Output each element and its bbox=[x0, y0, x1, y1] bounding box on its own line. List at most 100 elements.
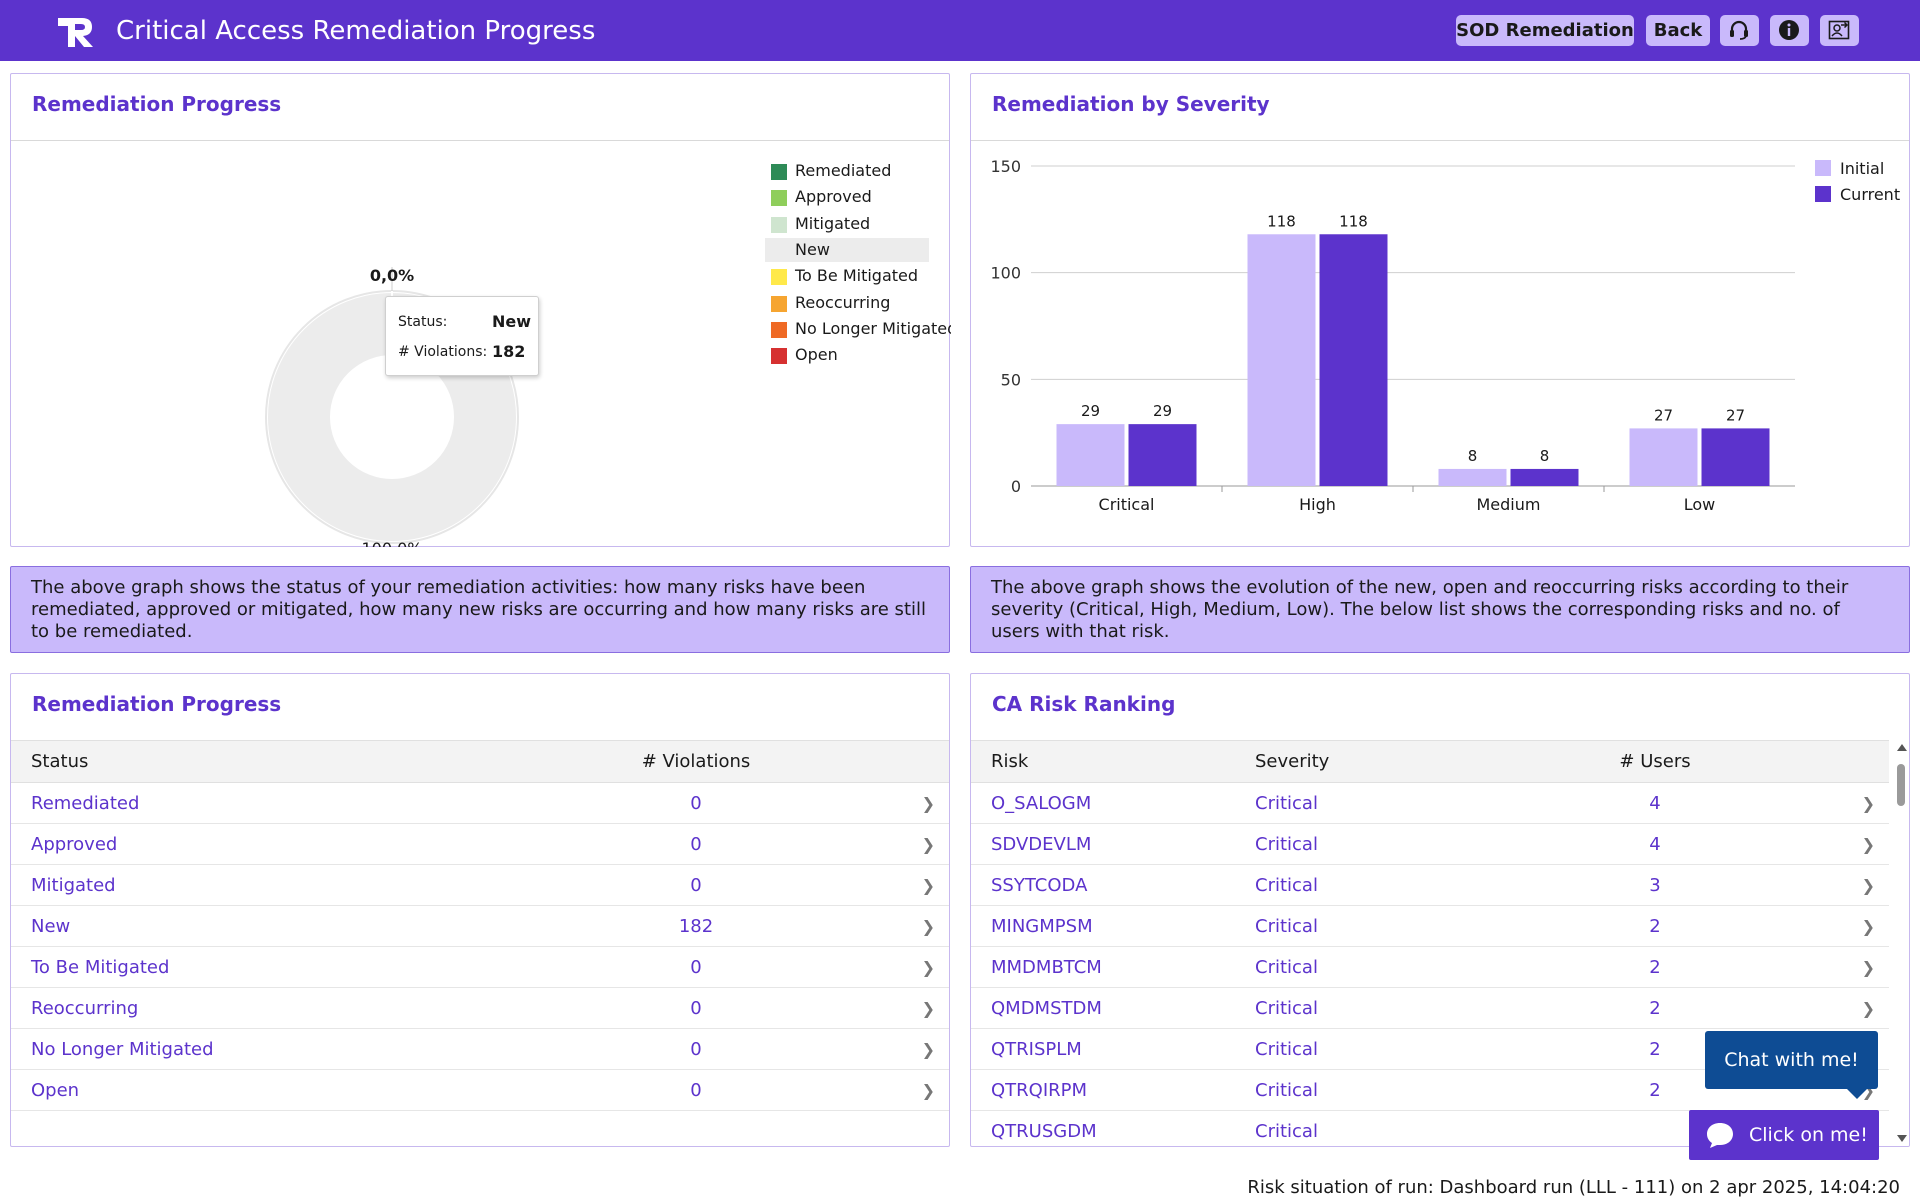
chat-bubble[interactable]: Chat with me! bbox=[1705, 1031, 1878, 1089]
severity-cell[interactable]: Critical bbox=[1255, 1028, 1495, 1070]
scroll-up-arrow-icon[interactable] bbox=[1897, 744, 1907, 751]
bar-current-medium[interactable] bbox=[1510, 468, 1579, 486]
column-header-violations[interactable]: # Violations bbox=[516, 740, 876, 783]
violations-cell[interactable]: 0 bbox=[516, 946, 876, 988]
risk-cell[interactable]: QTRISPLM bbox=[971, 1028, 1255, 1070]
row-chevron-cell[interactable]: ❯ bbox=[876, 946, 949, 988]
row-chevron-cell[interactable]: ❯ bbox=[876, 782, 949, 824]
status-cell[interactable]: To Be Mitigated bbox=[11, 946, 516, 988]
column-header-status[interactable]: Status bbox=[11, 740, 516, 783]
sod-remediation-button[interactable]: SOD Remediation bbox=[1456, 15, 1634, 46]
bar-initial-high[interactable] bbox=[1247, 234, 1316, 486]
bar-initial-critical[interactable] bbox=[1056, 424, 1125, 486]
back-button[interactable]: Back bbox=[1646, 15, 1710, 46]
info-button[interactable] bbox=[1770, 15, 1809, 46]
table-row[interactable]: Mitigated 0 ❯ bbox=[11, 864, 949, 906]
status-cell[interactable]: Reoccurring bbox=[11, 987, 516, 1029]
row-chevron-cell[interactable]: ❯ bbox=[876, 987, 949, 1029]
support-button[interactable] bbox=[1720, 15, 1759, 46]
table-row[interactable]: Open 0 ❯ bbox=[11, 1069, 949, 1111]
legend-item[interactable]: New bbox=[765, 237, 929, 262]
status-cell[interactable]: New bbox=[11, 905, 516, 947]
users-cell[interactable]: 4 bbox=[1495, 782, 1815, 824]
column-header-severity[interactable]: Severity bbox=[1255, 740, 1495, 783]
risk-cell[interactable]: QTRUSGDM bbox=[971, 1110, 1255, 1146]
severity-cell[interactable]: Critical bbox=[1255, 823, 1495, 865]
table-row[interactable]: Approved 0 ❯ bbox=[11, 823, 949, 865]
users-cell[interactable]: 3 bbox=[1495, 864, 1815, 906]
table-row[interactable]: To Be Mitigated 0 ❯ bbox=[11, 946, 949, 988]
severity-cell[interactable]: Critical bbox=[1255, 905, 1495, 947]
legend-item[interactable]: To Be Mitigated bbox=[765, 264, 951, 288]
legend-label-current[interactable]: Current bbox=[1840, 185, 1900, 204]
users-cell[interactable]: 2 bbox=[1495, 946, 1815, 988]
severity-cell[interactable]: Critical bbox=[1255, 1069, 1495, 1111]
row-chevron-cell[interactable]: ❯ bbox=[1815, 782, 1889, 824]
bar-initial-low[interactable] bbox=[1629, 428, 1698, 486]
violations-cell[interactable]: 182 bbox=[516, 905, 876, 947]
risk-cell[interactable]: QMDMSTDM bbox=[971, 987, 1255, 1029]
violations-cell[interactable]: 0 bbox=[516, 823, 876, 865]
status-cell[interactable]: Open bbox=[11, 1069, 516, 1111]
legend-item[interactable]: Remediated bbox=[765, 159, 951, 183]
risk-cell[interactable]: MMDMBTCM bbox=[971, 946, 1255, 988]
severity-cell[interactable]: Critical bbox=[1255, 864, 1495, 906]
users-cell[interactable]: 2 bbox=[1495, 905, 1815, 947]
violations-cell[interactable]: 0 bbox=[516, 782, 876, 824]
table-row[interactable]: No Longer Mitigated 0 ❯ bbox=[11, 1028, 949, 1070]
legend-label-initial[interactable]: Initial bbox=[1840, 159, 1884, 178]
users-cell[interactable]: 4 bbox=[1495, 823, 1815, 865]
status-cell[interactable]: Mitigated bbox=[11, 864, 516, 906]
export-button[interactable] bbox=[1820, 15, 1859, 46]
bar-current-low[interactable] bbox=[1701, 428, 1770, 486]
table-row[interactable]: Remediated 0 ❯ bbox=[11, 782, 949, 824]
risk-cell[interactable]: SSYTCODA bbox=[971, 864, 1255, 906]
row-chevron-cell[interactable]: ❯ bbox=[876, 864, 949, 906]
legend-item[interactable]: Reoccurring bbox=[765, 291, 951, 315]
chat-open-button[interactable]: Click on me! bbox=[1689, 1110, 1879, 1160]
table-row[interactable]: QMDMSTDM Critical 2 ❯ bbox=[971, 987, 1889, 1029]
table-row[interactable]: SSYTCODA Critical 3 ❯ bbox=[971, 864, 1889, 906]
risk-cell[interactable]: SDVDEVLM bbox=[971, 823, 1255, 865]
row-chevron-cell[interactable]: ❯ bbox=[1815, 905, 1889, 947]
table-row[interactable]: Reoccurring 0 ❯ bbox=[11, 987, 949, 1029]
status-cell[interactable]: Approved bbox=[11, 823, 516, 865]
scrollbar-thumb[interactable] bbox=[1897, 764, 1905, 806]
risk-cell[interactable]: MINGMPSM bbox=[971, 905, 1255, 947]
table-row[interactable]: New 182 ❯ bbox=[11, 905, 949, 947]
bar-initial-medium[interactable] bbox=[1438, 468, 1507, 486]
legend-item[interactable]: Mitigated bbox=[765, 212, 951, 236]
status-cell[interactable]: Remediated bbox=[11, 782, 516, 824]
row-chevron-cell[interactable]: ❯ bbox=[876, 905, 949, 947]
row-chevron-cell[interactable]: ❯ bbox=[876, 1028, 949, 1070]
legend-item[interactable]: Approved bbox=[765, 185, 951, 209]
bar-current-critical[interactable] bbox=[1128, 424, 1197, 486]
row-chevron-cell[interactable]: ❯ bbox=[876, 823, 949, 865]
severity-cell[interactable]: Critical bbox=[1255, 782, 1495, 824]
scroll-down-arrow-icon[interactable] bbox=[1897, 1135, 1907, 1142]
row-chevron-cell[interactable]: ❯ bbox=[1815, 823, 1889, 865]
table-row[interactable]: MINGMPSM Critical 2 ❯ bbox=[971, 905, 1889, 947]
violations-cell[interactable]: 0 bbox=[516, 987, 876, 1029]
table-row[interactable]: O_SALOGM Critical 4 ❯ bbox=[971, 782, 1889, 824]
violations-cell[interactable]: 0 bbox=[516, 1028, 876, 1070]
status-cell[interactable]: No Longer Mitigated bbox=[11, 1028, 516, 1070]
violations-cell[interactable]: 0 bbox=[516, 1069, 876, 1111]
column-header-risk[interactable]: Risk bbox=[971, 740, 1255, 783]
column-header-users[interactable]: # Users bbox=[1495, 740, 1815, 783]
row-chevron-cell[interactable]: ❯ bbox=[1815, 987, 1889, 1029]
violations-cell[interactable]: 0 bbox=[516, 864, 876, 906]
legend-item[interactable]: Open bbox=[765, 343, 951, 367]
severity-cell[interactable]: Critical bbox=[1255, 946, 1495, 988]
risk-cell[interactable]: O_SALOGM bbox=[971, 782, 1255, 824]
row-chevron-cell[interactable]: ❯ bbox=[1815, 864, 1889, 906]
severity-cell[interactable]: Critical bbox=[1255, 987, 1495, 1029]
legend-item[interactable]: No Longer Mitigated bbox=[765, 317, 951, 341]
row-chevron-cell[interactable]: ❯ bbox=[1815, 946, 1889, 988]
table-row[interactable]: MMDMBTCM Critical 2 ❯ bbox=[971, 946, 1889, 988]
table-row[interactable]: SDVDEVLM Critical 4 ❯ bbox=[971, 823, 1889, 865]
vertical-scrollbar[interactable] bbox=[1893, 740, 1909, 1146]
risk-cell[interactable]: QTRQIRPM bbox=[971, 1069, 1255, 1111]
severity-cell[interactable]: Critical bbox=[1255, 1110, 1495, 1146]
users-cell[interactable]: 2 bbox=[1495, 987, 1815, 1029]
